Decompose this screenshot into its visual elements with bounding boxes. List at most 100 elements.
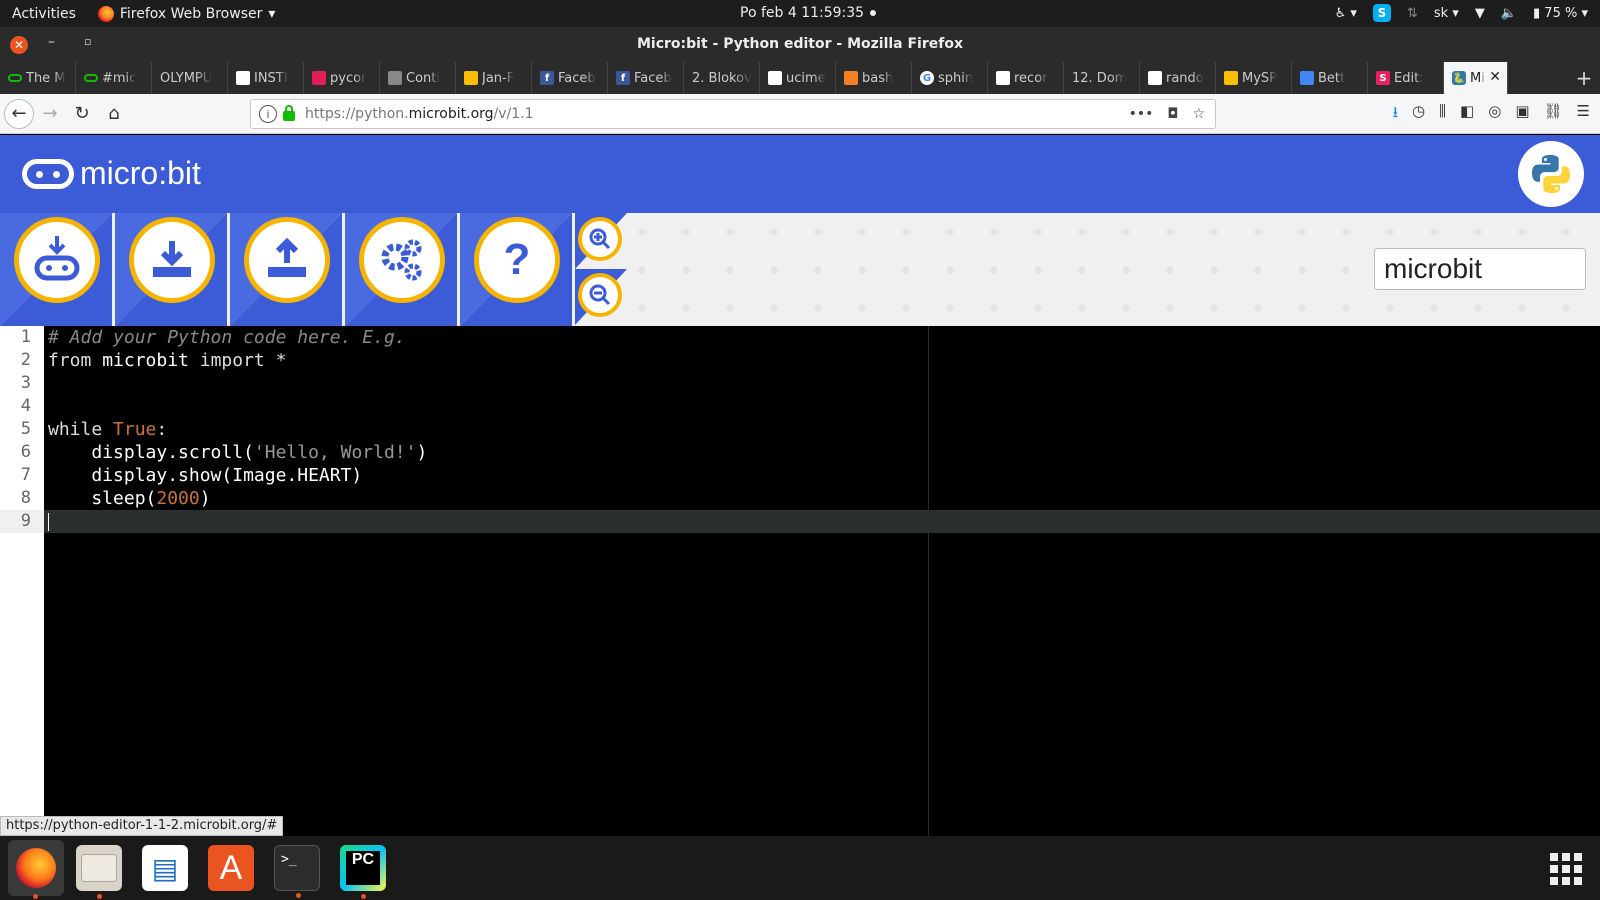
stackoverflow-icon <box>844 71 858 85</box>
url-text[interactable]: https://python.microbit.org/v/1.1 <box>305 106 534 122</box>
code-line[interactable]: from microbit import * <box>44 349 1600 372</box>
code-line[interactable]: while True: <box>44 418 1600 441</box>
zoom-in-button[interactable] <box>575 213 627 269</box>
tab-item[interactable]: rando <box>1140 62 1216 94</box>
snippets-button[interactable]: Snippets <box>345 213 457 326</box>
url-domain: microbit.org <box>408 106 494 122</box>
microbit-logo[interactable]: micro:bit <box>22 155 201 192</box>
sync-icon[interactable]: ◎ <box>1488 102 1501 127</box>
terminal-icon: >_ <box>281 852 297 867</box>
app-menu[interactable]: Firefox Web Browser ▾ <box>97 5 275 22</box>
tab-item[interactable]: OLYMPU <box>152 62 228 94</box>
page-actions-icon[interactable]: ••• <box>1129 106 1154 122</box>
info-icon[interactable]: i <box>259 105 277 123</box>
network-transfer-icon[interactable]: ⇅ <box>1407 6 1418 21</box>
reload-button[interactable]: ↻ <box>66 98 98 130</box>
tab-item[interactable]: S Edit: <box>1368 62 1444 94</box>
code-line[interactable] <box>44 395 1600 418</box>
home-button[interactable]: ⌂ <box>98 98 130 130</box>
link-icon[interactable]: ⛓ <box>1544 102 1563 127</box>
tab-item[interactable]: #mic <box>76 62 152 94</box>
tab-item[interactable]: MySP <box>1216 62 1292 94</box>
python-icon: 🐍 <box>1452 71 1466 85</box>
tab-item[interactable]: pycor <box>304 62 380 94</box>
tab-item[interactable]: bash <box>836 62 912 94</box>
tab-item[interactable]: ucime <box>760 62 836 94</box>
code-editor[interactable]: 1 2 3 4 5 6 7 89 # Add your Python code here. E… <box>0 326 1600 836</box>
tab-item[interactable]: INŠTI <box>228 62 304 94</box>
dock-writer[interactable]: ▤ <box>142 845 188 891</box>
new-tab-button[interactable]: + <box>1568 62 1600 94</box>
code-line[interactable]: # Add your Python code here. E.g. <box>44 326 1600 349</box>
battery-indicator[interactable]: ▮ 75 % ▾ <box>1533 6 1588 21</box>
dock-firefox[interactable] <box>8 840 64 899</box>
line-number: 3 <box>20 373 31 393</box>
tab-label: Faceb <box>634 70 672 86</box>
skype-icon[interactable]: S <box>1372 4 1391 22</box>
running-indicator <box>33 894 38 899</box>
tab-label: bash <box>862 70 894 86</box>
volume-icon[interactable]: 🔈 <box>1501 6 1517 21</box>
save-button[interactable]: Save <box>115 213 227 326</box>
back-button[interactable]: ← <box>4 98 34 129</box>
lock-icon[interactable] <box>283 105 295 121</box>
drive-icon <box>1224 71 1238 85</box>
dock-software-center[interactable]: A <box>208 845 254 891</box>
code-line[interactable]: display.show(Image.HEART) <box>44 464 1600 487</box>
downloads-icon[interactable]: ⭳ <box>1393 102 1398 127</box>
code-line[interactable] <box>44 510 1600 533</box>
tab-item[interactable]: recor <box>988 62 1064 94</box>
tab-label: Faceb <box>558 70 596 86</box>
library-icon[interactable]: ⫼ <box>1439 102 1446 127</box>
dock-pycharm[interactable]: PC <box>340 845 386 899</box>
code-line[interactable] <box>44 372 1600 395</box>
zoom-out-button[interactable] <box>575 269 627 325</box>
menu-icon[interactable]: ☰ <box>1577 102 1590 127</box>
tab-item[interactable]: Jan-F <box>456 62 532 94</box>
dock-files[interactable] <box>76 845 122 899</box>
url-bar[interactable]: i https://python.microbit.org/v/1.1 ••• … <box>250 99 1216 129</box>
show-applications-icon[interactable] <box>1550 853 1582 885</box>
dock-terminal[interactable]: >_ <box>274 845 320 898</box>
script-name-input[interactable]: microbit <box>1374 248 1586 290</box>
system-tray[interactable]: ♿ ▾ S ⇅ sk ▾ ▼ 🔈 ▮ 75 % ▾ <box>1335 4 1588 22</box>
history-icon[interactable]: ◷ <box>1412 102 1425 127</box>
bookmark-star-icon[interactable]: ☆ <box>1192 106 1205 122</box>
tab-active[interactable]: 🐍 Mi ✕ <box>1444 62 1508 94</box>
code-token: sleep( <box>48 488 157 509</box>
wifi-icon[interactable]: ▼ <box>1475 6 1485 21</box>
clock[interactable]: Po feb 4 11:59:35 <box>740 5 877 21</box>
tab-item[interactable]: The M <box>0 62 76 94</box>
gears-icon <box>359 217 445 303</box>
tab-label: MySP <box>1242 70 1278 86</box>
tab-label: The M <box>26 70 66 86</box>
keyboard-layout-label: sk <box>1433 5 1449 21</box>
sidebar-icon[interactable]: ◧ <box>1460 102 1474 127</box>
code-line[interactable]: sleep(2000) <box>44 487 1600 510</box>
tab-item[interactable]: 2. Blokov <box>684 62 760 94</box>
editor-toolbar: Download Save Load Snippets ? Help micro… <box>0 213 1600 326</box>
drive-icon <box>464 71 478 85</box>
activities-button[interactable]: Activities <box>0 6 88 22</box>
book-icon <box>1148 71 1162 85</box>
download-button[interactable]: Download <box>0 213 112 326</box>
tab-item[interactable]: Gsphin <box>912 62 988 94</box>
extension-icon[interactable]: ▣ <box>1515 102 1529 127</box>
tab-item[interactable]: Conti <box>380 62 456 94</box>
keyboard-layout[interactable]: sk ▾ <box>1434 6 1459 21</box>
code-line[interactable]: display.scroll('Hello, World!') <box>44 441 1600 464</box>
url-prefix: https://python. <box>305 106 409 122</box>
code-token: 'Hello, World!' <box>253 442 417 463</box>
tab-item[interactable]: Bett <box>1292 62 1368 94</box>
forward-button[interactable]: → <box>34 98 66 130</box>
accessibility-icon[interactable]: ♿ ▾ <box>1335 6 1357 21</box>
tab-label: 2. Blokov <box>692 70 752 86</box>
help-button[interactable]: ? Help <box>460 213 572 326</box>
load-button[interactable]: Load <box>230 213 342 326</box>
code-area[interactable]: # Add your Python code here. E.g. from mi… <box>44 326 1600 533</box>
tab-item[interactable]: 12. Dom <box>1064 62 1140 94</box>
pocket-icon[interactable]: ◘ <box>1167 106 1178 122</box>
tab-item[interactable]: f Faceb <box>608 62 684 94</box>
close-icon[interactable]: ✕ <box>1489 69 1501 85</box>
tab-item[interactable]: f Faceb <box>532 62 608 94</box>
